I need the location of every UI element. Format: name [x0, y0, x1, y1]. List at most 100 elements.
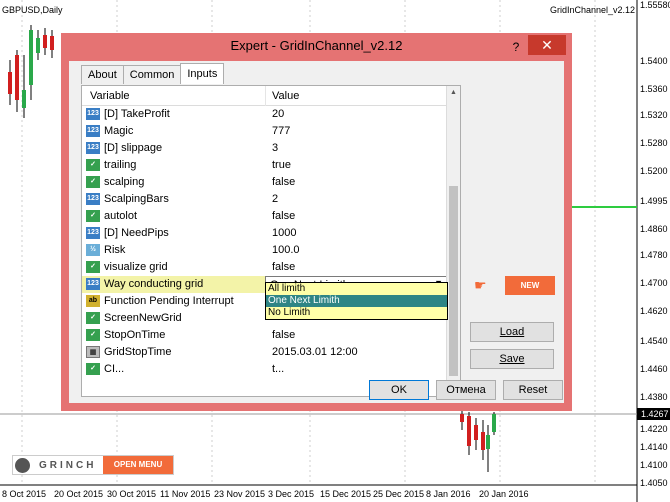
current-price-tag: 1.4267: [637, 408, 670, 420]
row-variable-name: Risk: [104, 244, 126, 256]
table-row[interactable]: 123 Magic 777: [82, 123, 448, 140]
scroll-thumb[interactable]: [449, 186, 458, 376]
table-row[interactable]: ✓ scalping false: [82, 174, 448, 191]
row-value[interactable]: 777: [272, 125, 290, 137]
price-axis-label: 1.4700: [640, 278, 668, 288]
price-axis-label: 1.55580: [640, 0, 670, 10]
table-row[interactable]: ▦ GridStopTime 2015.03.01 12:00: [82, 344, 448, 361]
row-variable-name: StopOnTime: [104, 329, 166, 341]
row-value[interactable]: false: [272, 261, 295, 273]
date-axis-label: 30 Oct 2015: [107, 489, 157, 499]
table-header: Variable Value: [82, 86, 448, 106]
tab-common[interactable]: Common: [122, 65, 182, 84]
row-variable-name: CI...: [104, 363, 125, 375]
col-header-value[interactable]: Value: [272, 90, 299, 102]
row-value[interactable]: 1000: [272, 227, 296, 239]
num-type-icon: 123: [86, 125, 100, 137]
chart-indicator-label: GridInChannel_v2.12: [550, 5, 636, 15]
date-axis-label: 23 Nov 2015: [214, 489, 266, 499]
row-variable-name: ScalpingBars: [104, 193, 169, 205]
reset-button[interactable]: Reset: [503, 380, 563, 400]
table-row[interactable]: ✓ CI... t...: [82, 361, 448, 378]
date-axis-label: 20 Jan 2016: [479, 489, 529, 499]
open-menu-button[interactable]: OPEN MENU: [103, 456, 173, 474]
table-row[interactable]: ✓ autolot false: [82, 208, 448, 225]
row-variable-name: [D] slippage: [104, 142, 163, 154]
date-axis-label: 8 Jan 2016: [426, 489, 471, 499]
pointing-hand-icon: ☛: [474, 277, 487, 293]
date-axis-label: 8 Oct 2015: [2, 489, 47, 499]
row-value[interactable]: 2: [272, 193, 278, 205]
load-button[interactable]: Load: [470, 322, 554, 342]
bool-type-icon: ✓: [86, 176, 100, 188]
dialog-body: About Common Inputs Variable Value 123 [D…: [69, 61, 564, 403]
price-axis-label: 1.5200: [640, 166, 668, 176]
row-variable-name: scalping: [104, 176, 145, 188]
dropdown-option[interactable]: All limith: [266, 283, 447, 295]
row-value[interactable]: 2015.03.01 12:00: [272, 346, 358, 358]
close-button[interactable]: ✕: [528, 35, 566, 55]
row-value[interactable]: false: [272, 176, 295, 188]
table-row[interactable]: 123 [D] NeedPips 1000: [82, 225, 448, 242]
num-type-icon: 123: [86, 193, 100, 205]
price-axis-label: 1.4100: [640, 460, 668, 470]
price-axis-label: 1.5280: [640, 138, 668, 148]
table-scrollbar[interactable]: ▲ ▼: [446, 86, 460, 396]
row-value[interactable]: t...: [272, 363, 284, 375]
price-axis-label: 1.4050: [640, 478, 668, 488]
row-variable-name: GridStopTime: [104, 346, 172, 358]
help-button[interactable]: ?: [506, 37, 526, 57]
price-axis-label: 1.4620: [640, 306, 668, 316]
bool-type-icon: ✓: [86, 261, 100, 273]
row-value[interactable]: false: [272, 329, 295, 341]
expert-dialog: Expert - GridInChannel_v2.12 ? ✕ About C…: [61, 33, 572, 411]
price-axis-label: 1.4860: [640, 224, 668, 234]
scroll-up-icon[interactable]: ▲: [447, 86, 460, 100]
dt-type-icon: ▦: [86, 346, 100, 358]
row-value[interactable]: true: [272, 159, 291, 171]
cancel-button[interactable]: Отмена: [436, 380, 496, 400]
bool-type-icon: ✓: [86, 210, 100, 222]
date-axis-label: 3 Dec 2015: [268, 489, 315, 499]
tab-inputs[interactable]: Inputs: [180, 63, 225, 84]
dropdown-option-highlighted[interactable]: One Next Limith: [266, 295, 447, 307]
table-row[interactable]: ✓ StopOnTime false: [82, 327, 448, 344]
bool-type-icon: ✓: [86, 312, 100, 324]
bool-type-icon: ✓: [86, 363, 100, 375]
price-axis-label: 1.5360: [640, 84, 668, 94]
tab-about[interactable]: About: [81, 65, 124, 84]
candles-left: [8, 25, 54, 118]
row-value[interactable]: 3: [272, 142, 278, 154]
row-variable-name: [D] TakeProfit: [104, 108, 170, 120]
row-variable-name: ScreenNewGrid: [104, 312, 182, 324]
row-value[interactable]: false: [272, 210, 295, 222]
grinch-logo-icon: [15, 458, 30, 473]
grinch-panel: GRINCH OPEN MENU: [12, 455, 174, 475]
table-row[interactable]: 123 [D] slippage 3: [82, 140, 448, 157]
col-header-variable[interactable]: Variable: [90, 90, 130, 102]
bool-type-icon: ✓: [86, 329, 100, 341]
row-value[interactable]: 20: [272, 108, 284, 120]
num-type-icon: 123: [86, 108, 100, 120]
ok-button[interactable]: OK: [369, 380, 429, 400]
date-axis-label: 15 Dec 2015: [320, 489, 372, 499]
table-row[interactable]: ✓ visualize grid false: [82, 259, 448, 276]
date-axis-label: 20 Oct 2015: [54, 489, 104, 499]
num-type-icon: 123: [86, 278, 100, 290]
row-variable-name: trailing: [104, 159, 137, 171]
table-row[interactable]: 123 ScalpingBars 2: [82, 191, 448, 208]
dropdown-option[interactable]: No Limith: [266, 307, 447, 319]
save-button[interactable]: Save: [470, 349, 554, 369]
row-variable-name: Magic: [104, 125, 134, 137]
date-axis-label: 11 Nov 2015: [160, 489, 211, 499]
table-rows: 123 [D] TakeProfit 20 123 Magic 777 123 [D] sli…: [82, 106, 448, 378]
row-value[interactable]: 100.0: [272, 244, 300, 256]
table-row[interactable]: ½ Risk 100.0: [82, 242, 448, 259]
table-row[interactable]: ✓ trailing true: [82, 157, 448, 174]
dbl-type-icon: ½: [86, 244, 100, 256]
way-grid-dropdown-list[interactable]: All limith One Next Limith No Limith: [265, 282, 448, 320]
price-axis-label: 1.4380: [640, 392, 668, 402]
price-axis-label: 1.5400: [640, 56, 668, 66]
table-row[interactable]: 123 [D] TakeProfit 20: [82, 106, 448, 123]
price-axis-label: 1.4780: [640, 250, 668, 260]
